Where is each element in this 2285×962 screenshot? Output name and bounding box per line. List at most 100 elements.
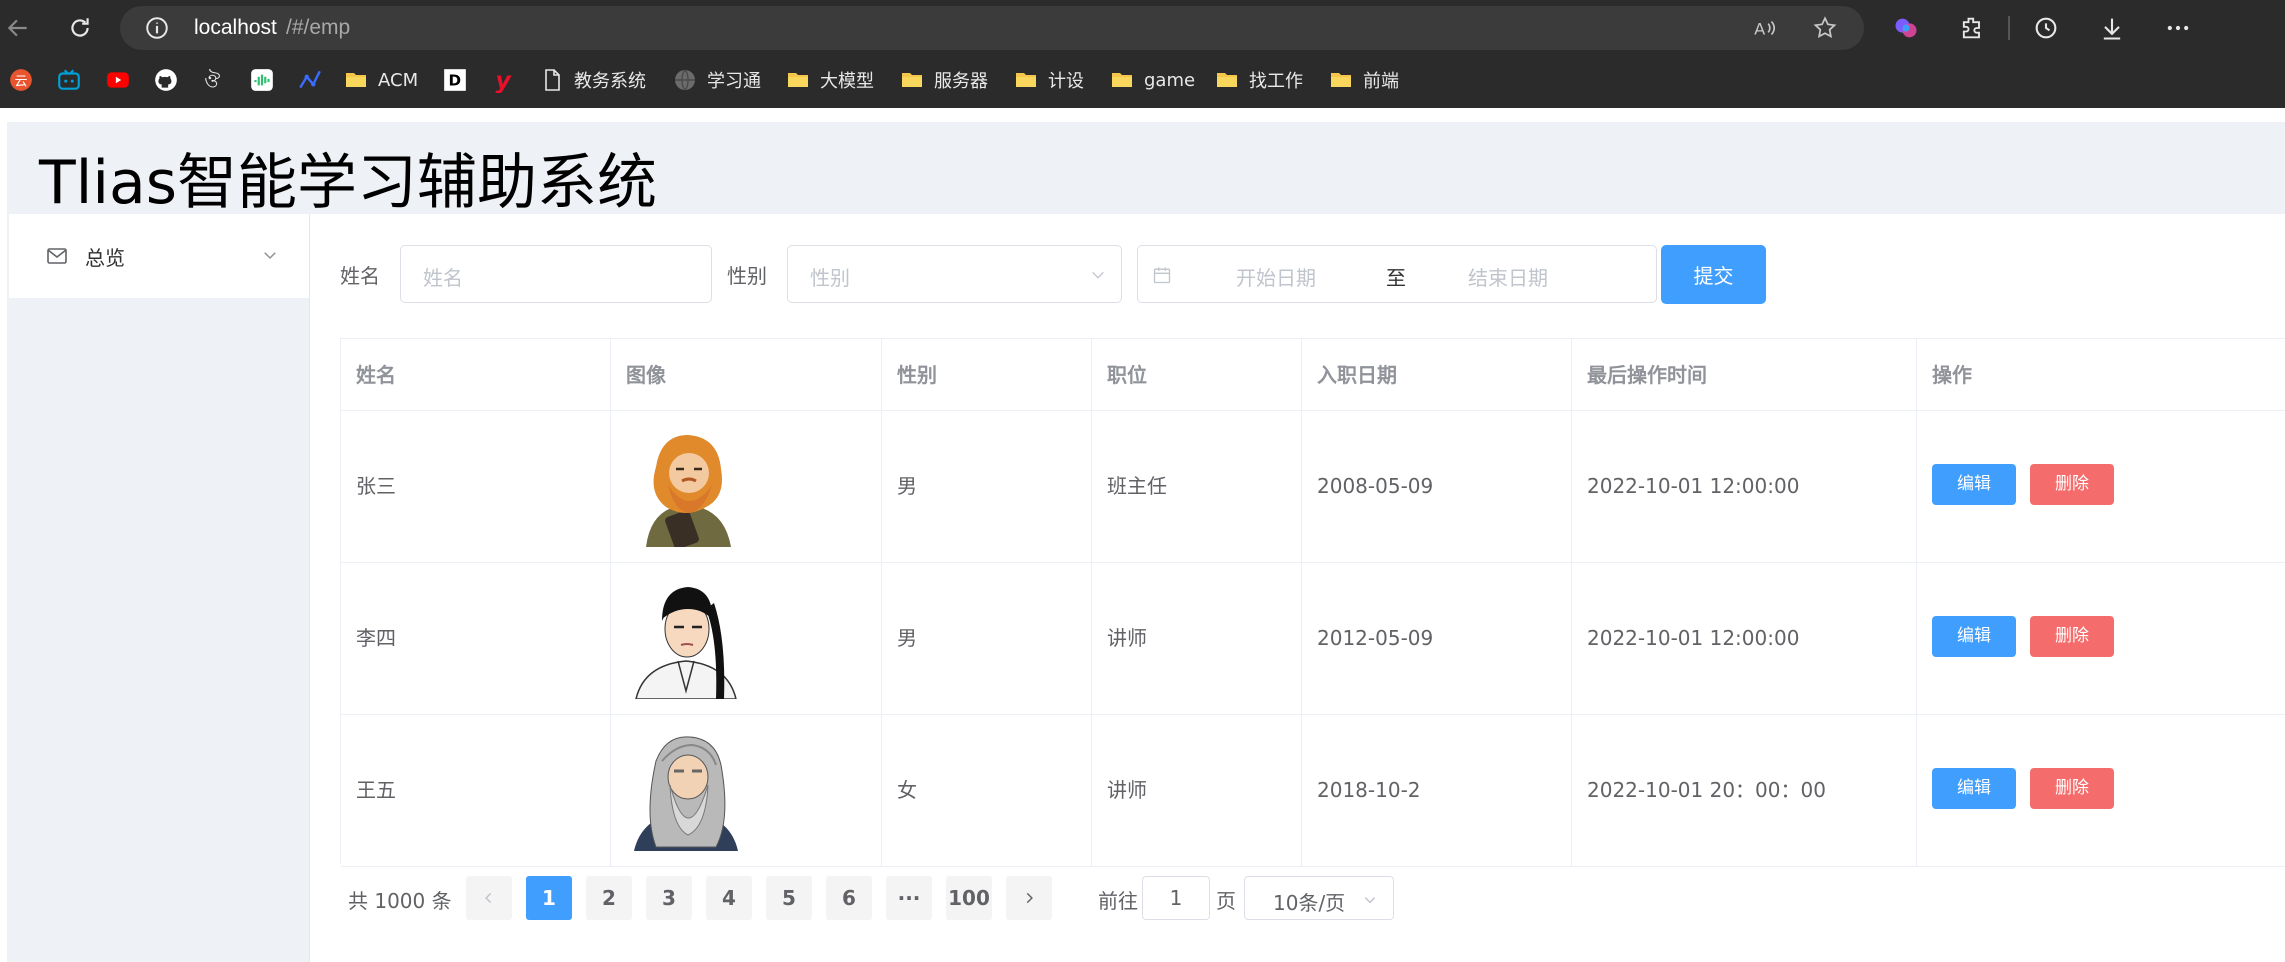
- bookmark-bilibili[interactable]: [56, 66, 82, 94]
- name-placeholder: 姓名: [423, 266, 463, 290]
- download-icon[interactable]: [2098, 14, 2126, 42]
- folder-icon: [1331, 73, 1351, 87]
- copilot-icon[interactable]: [1892, 14, 1920, 42]
- folder-icon: [902, 73, 922, 87]
- edit-button[interactable]: 编辑: [1932, 464, 2016, 505]
- bookmark-label: 教务系统: [574, 71, 646, 92]
- globe-icon: [675, 69, 695, 91]
- employee-table: 姓名 图像 性别 职位 入职日期 最后操作时间 操作 张三 男 班主任 2008…: [340, 338, 2285, 867]
- cell-gender: 男: [882, 411, 1092, 562]
- delete-button[interactable]: 删除: [2030, 616, 2114, 657]
- extensions-icon[interactable]: [1958, 14, 1986, 42]
- page-viewport: Tlias智能学习辅助系统 总览 姓名 姓名 性别 性别 开始日期 至 结束日期…: [0, 108, 2285, 962]
- bookmark-folder-frontend[interactable]: 前端: [1329, 66, 1399, 94]
- svg-text:A: A: [1754, 20, 1765, 39]
- bookmark-y-red[interactable]: y: [491, 66, 517, 94]
- name-input[interactable]: 姓名: [400, 245, 712, 303]
- gender-select[interactable]: 性别: [787, 245, 1122, 303]
- cell-entry-date: 2012-05-09: [1302, 563, 1572, 714]
- folder-icon: [1217, 73, 1237, 87]
- pagination-page-3[interactable]: 3: [646, 876, 692, 920]
- refresh-button[interactable]: [62, 10, 98, 46]
- delete-button[interactable]: 删除: [2030, 768, 2114, 809]
- column-header-image: 图像: [611, 339, 882, 411]
- app-header: Tlias智能学习辅助系统: [7, 122, 2285, 218]
- gender-label: 性别: [727, 264, 767, 288]
- end-date-input[interactable]: 结束日期: [1468, 262, 1548, 291]
- bookmark-folder-game[interactable]: game: [1110, 66, 1195, 94]
- cell-gender: 女: [882, 715, 1092, 866]
- bookmark-tile-d[interactable]: D: [442, 66, 468, 94]
- cell-image: [611, 715, 882, 866]
- bookmark-script-app[interactable]: ঔ: [201, 66, 227, 94]
- cell-position: 讲师: [1092, 563, 1302, 714]
- bookmark-label: 前端: [1363, 71, 1399, 92]
- bookmark-network[interactable]: [297, 66, 323, 94]
- history-icon[interactable]: [2032, 14, 2060, 42]
- bookmark-label: 大模型: [820, 71, 874, 92]
- read-aloud-icon[interactable]: A: [1752, 15, 1778, 41]
- cell-image: [611, 411, 882, 562]
- pagination-ellipsis[interactable]: ···: [886, 876, 932, 920]
- back-button[interactable]: [0, 10, 36, 46]
- chevron-down-icon: [1364, 897, 1376, 904]
- network-graph-icon: [299, 70, 321, 89]
- favorite-star-icon[interactable]: [1812, 15, 1838, 41]
- start-date-input[interactable]: 开始日期: [1236, 262, 1316, 291]
- edit-button[interactable]: 编辑: [1932, 616, 2016, 657]
- pagination-goto-input[interactable]: 1: [1142, 876, 1210, 920]
- pagination-page-2[interactable]: 2: [586, 876, 632, 920]
- pagination: 共 1000 条 1 2 3 4 5 6 ··· 100 前往 1 页 10条/…: [340, 865, 1440, 931]
- bookmark-folder-acm[interactable]: ACM: [344, 66, 418, 94]
- folder-icon: [1112, 73, 1132, 87]
- bookmark-folder-jobs[interactable]: 找工作: [1215, 66, 1303, 94]
- address-row: localhost /#/emp A: [0, 0, 2285, 56]
- pagination-page-5[interactable]: 5: [766, 876, 812, 920]
- bookmark-folder-llm[interactable]: 大模型: [786, 66, 874, 94]
- column-header-actions: 操作: [1917, 339, 2285, 411]
- cell-position: 班主任: [1092, 411, 1302, 562]
- pagination-page-6[interactable]: 6: [826, 876, 872, 920]
- bookmark-folder-jishe[interactable]: 计设: [1014, 66, 1084, 94]
- address-bar[interactable]: localhost /#/emp A: [120, 6, 1864, 50]
- sidebar: 总览: [7, 214, 310, 962]
- bookmark-red-app[interactable]: 云: [8, 66, 34, 94]
- folder-icon: [346, 73, 366, 87]
- pagination-page-1[interactable]: 1: [526, 876, 572, 920]
- folder-icon: [788, 73, 808, 87]
- svg-text:D: D: [449, 71, 462, 89]
- bookmark-folder-server[interactable]: 服务器: [900, 66, 988, 94]
- bookmark-label: 计设: [1048, 71, 1084, 92]
- bookmark-label: 服务器: [934, 71, 988, 92]
- bookmark-jiaowu[interactable]: 教务系统: [540, 66, 646, 94]
- cell-name: 王五: [341, 715, 611, 866]
- svg-text:ঔ: ঔ: [204, 69, 221, 93]
- cell-update-time: 2022-10-01 12:00:00: [1572, 563, 1917, 714]
- pagination-total: 共 1000 条: [348, 889, 452, 913]
- youtube-icon: [107, 72, 129, 88]
- sidebar-item-overview[interactable]: 总览: [9, 214, 309, 298]
- script-app-icon: ঔ: [204, 69, 221, 93]
- audio-wave-icon: [251, 69, 273, 91]
- pagination-next-button[interactable]: [1006, 876, 1052, 920]
- submit-button[interactable]: 提交: [1661, 245, 1766, 304]
- date-range-picker[interactable]: 开始日期 至 结束日期: [1137, 245, 1657, 303]
- bookmark-wechat-audio[interactable]: [249, 66, 275, 94]
- info-icon[interactable]: [144, 15, 170, 41]
- bookmark-xuexitong[interactable]: 学习通: [673, 66, 761, 94]
- pagination-page-100[interactable]: 100: [946, 876, 992, 920]
- pagination-page-4[interactable]: 4: [706, 876, 752, 920]
- calendar-icon: [1153, 267, 1171, 284]
- name-label: 姓名: [340, 264, 380, 288]
- gender-placeholder: 性别: [810, 266, 850, 290]
- delete-button[interactable]: 删除: [2030, 464, 2114, 505]
- edit-button[interactable]: 编辑: [1932, 768, 2016, 809]
- bookmark-youtube[interactable]: [105, 66, 131, 94]
- column-header-update-time: 最后操作时间: [1572, 339, 1917, 411]
- bilibili-icon: [58, 69, 80, 90]
- bookmark-github[interactable]: [153, 66, 179, 94]
- page-size-select[interactable]: 10条/页: [1244, 876, 1394, 920]
- cell-update-time: 2022-10-01 12:00:00: [1572, 411, 1917, 562]
- pagination-prev-button[interactable]: [466, 876, 512, 920]
- more-menu-icon[interactable]: [2164, 14, 2192, 42]
